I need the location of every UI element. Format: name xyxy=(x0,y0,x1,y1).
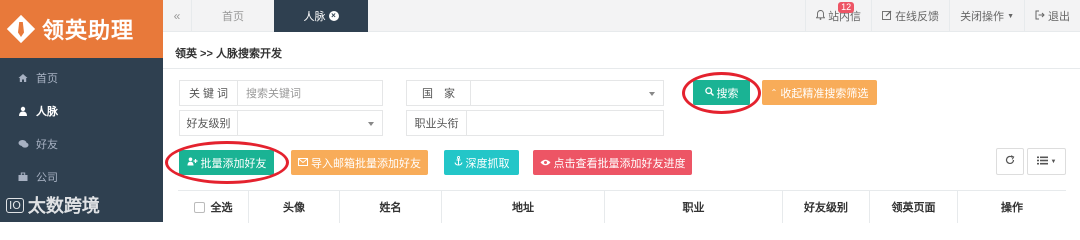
logo-tie-icon xyxy=(6,14,36,44)
eye-icon xyxy=(540,157,551,169)
user-plus-icon xyxy=(187,157,198,169)
search-button[interactable]: 搜索 xyxy=(693,80,750,105)
chevron-up-icon: ⌃ xyxy=(770,88,778,97)
sidebar-item-label: 首页 xyxy=(36,72,58,85)
anchor-icon xyxy=(454,156,463,169)
column-header-linkedin-page: 领英页面 xyxy=(870,191,958,223)
column-header-friend-level: 好友级别 xyxy=(783,191,870,223)
sidebar-item-label: 好友 xyxy=(36,138,58,151)
breadcrumb: 领英 >> 人脉搜索开发 xyxy=(175,48,282,60)
friend-level-select[interactable] xyxy=(237,110,383,136)
refresh-button[interactable] xyxy=(996,148,1024,175)
logout-button[interactable]: 退出 xyxy=(1024,0,1080,32)
column-header-name: 姓名 xyxy=(340,191,442,223)
column-header-label: 头像 xyxy=(283,202,305,214)
sidebar-item-home[interactable]: 首页 xyxy=(0,61,163,94)
deep-crawl-button[interactable]: 深度抓取 xyxy=(444,150,519,175)
column-header-label: 操作 xyxy=(1001,202,1023,214)
import-email-batch-add-label: 导入邮箱批量添加好友 xyxy=(311,157,421,170)
double-chevron-left-icon: « xyxy=(173,9,181,23)
chevron-down-icon: ▼ xyxy=(1050,158,1057,165)
column-header-label: 全选 xyxy=(210,202,233,214)
table-header: 全选 头像 姓名 地址 职业 好友级别 领英页面 操作 xyxy=(178,190,1066,223)
logo: 领英助理 xyxy=(0,0,163,58)
column-header-label: 姓名 xyxy=(379,202,402,214)
sidebar-item-label: 公司 xyxy=(36,171,58,184)
tab-label: 首页 xyxy=(222,11,244,23)
column-header-label: 领英页面 xyxy=(891,202,936,214)
chevron-down-icon xyxy=(649,92,655,96)
search-icon xyxy=(704,86,714,99)
envelope-icon xyxy=(298,157,308,169)
top-bar: « 首页 人脉 × 站内信 12 在线反馈 关闭操作 ▼ 退出 xyxy=(163,0,1080,32)
column-header-select-all[interactable]: 全选 xyxy=(178,191,249,223)
tab-scroll-left-button[interactable]: « xyxy=(163,0,192,32)
top-right-actions: 站内信 12 在线反馈 关闭操作 ▼ 退出 xyxy=(805,0,1080,32)
tab-label: 人脉 xyxy=(303,11,326,23)
sidebar-item-renmai[interactable]: 人脉 xyxy=(0,94,163,127)
keyword-label: 关 键 词 xyxy=(179,80,238,106)
watermark-text: 太数跨境 xyxy=(27,196,100,217)
watermark: IO 太数跨境 xyxy=(6,192,100,218)
logout-label: 退出 xyxy=(1048,11,1070,23)
sidebar-item-friends[interactable]: 好友 xyxy=(0,127,163,160)
sidebar-item-label: 人脉 xyxy=(36,105,58,118)
comments-icon xyxy=(18,139,29,149)
column-header-address: 地址 xyxy=(442,191,605,223)
view-batch-progress-button[interactable]: 点击查看批量添加好友进度 xyxy=(533,150,692,175)
keyword-input[interactable]: 搜索关键词 xyxy=(237,80,383,106)
list-icon xyxy=(1036,156,1048,168)
briefcase-icon xyxy=(18,172,28,182)
batch-add-friends-button[interactable]: 批量添加好友 xyxy=(179,150,274,175)
tab-renmai[interactable]: 人脉 × xyxy=(274,0,368,32)
edit-icon xyxy=(882,10,892,23)
country-select[interactable] xyxy=(470,80,664,106)
sidebar-item-company[interactable]: 公司 xyxy=(0,160,163,193)
feedback-button[interactable]: 在线反馈 xyxy=(871,0,949,32)
column-header-avatar: 头像 xyxy=(249,191,340,223)
view-batch-progress-label: 点击查看批量添加好友进度 xyxy=(553,157,686,170)
close-operations-dropdown[interactable]: 关闭操作 ▼ xyxy=(949,0,1024,32)
column-header-actions: 操作 xyxy=(958,191,1066,223)
deep-crawl-label: 深度抓取 xyxy=(465,157,510,170)
select-all-checkbox[interactable] xyxy=(193,201,205,213)
feedback-label: 在线反馈 xyxy=(895,11,940,23)
column-header-label: 好友级别 xyxy=(804,202,848,214)
refresh-icon xyxy=(1005,155,1015,168)
chevron-down-icon xyxy=(368,122,374,126)
friend-level-label: 好友级别 xyxy=(179,110,238,136)
search-button-label: 搜索 xyxy=(716,87,739,100)
sidebar-nav: 首页 人脉 好友 公司 xyxy=(0,58,163,193)
country-label: 国 家 xyxy=(406,80,471,106)
column-header-occupation: 职业 xyxy=(605,191,783,223)
column-header-label: 职业 xyxy=(682,202,705,214)
logo-text: 领英助理 xyxy=(42,19,135,44)
job-title-label: 职业头衔 xyxy=(406,110,467,136)
chevron-down-icon: ▼ xyxy=(1007,12,1014,20)
inbox-button[interactable]: 站内信 12 xyxy=(805,0,871,32)
close-icon[interactable]: × xyxy=(328,11,339,21)
import-email-batch-add-button[interactable]: 导入邮箱批量添加好友 xyxy=(291,150,428,175)
bell-icon xyxy=(815,9,826,23)
collapse-filters-button[interactable]: ⌃ 收起精准搜索筛选 xyxy=(762,80,877,105)
sign-out-icon xyxy=(1035,10,1045,23)
divider xyxy=(163,68,1080,69)
user-icon xyxy=(18,106,28,116)
tab-home[interactable]: 首页 xyxy=(193,0,273,32)
message-count-badge: 12 xyxy=(838,2,855,13)
column-header-label: 地址 xyxy=(512,202,534,214)
columns-toggle-dropdown[interactable]: ▼ xyxy=(1027,148,1066,175)
collapse-filters-label: 收起精准搜索筛选 xyxy=(780,87,869,100)
close-operations-label: 关闭操作 xyxy=(960,11,1005,23)
batch-add-friends-label: 批量添加好友 xyxy=(200,157,267,170)
watermark-logo-icon: IO xyxy=(6,197,24,213)
sidebar: 领英助理 首页 人脉 好友 公司 IO 太数跨境 xyxy=(0,0,163,222)
job-title-input[interactable] xyxy=(466,110,664,136)
home-icon xyxy=(18,73,28,83)
